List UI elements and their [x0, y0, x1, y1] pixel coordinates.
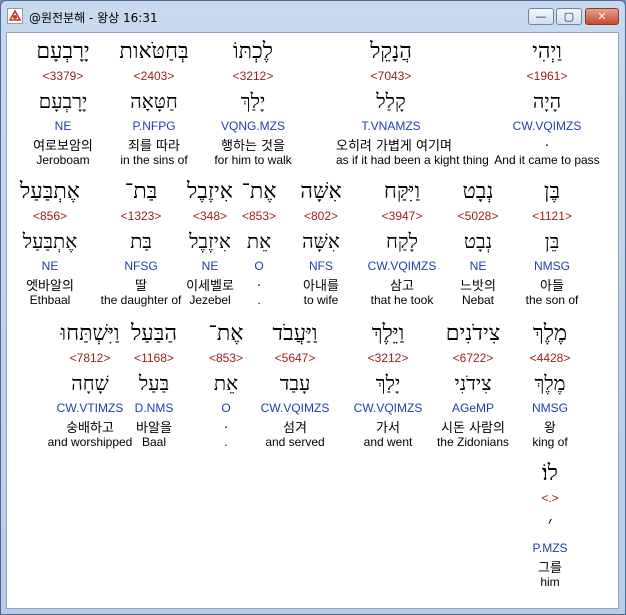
- korean-gloss: 그를: [538, 561, 562, 576]
- strong-number[interactable]: <3379>: [8, 69, 118, 83]
- hebrew-word: הֲנָקֵל: [370, 39, 412, 64]
- lemma-word: הָיָה: [532, 89, 562, 113]
- hebrew-word: לוֹ׃: [542, 461, 558, 486]
- lemma-word: ׳: [547, 511, 553, 535]
- maximize-button[interactable]: ▢: [556, 8, 582, 25]
- morphology-code: NE: [41, 259, 59, 273]
- strong-number[interactable]: <856>: [7, 209, 105, 223]
- english-gloss: as if it had been a kight thing: [336, 153, 489, 167]
- window-title: @원전분해 - 왕상 16:31: [29, 11, 158, 25]
- strong-number[interactable]: <7043>: [336, 69, 446, 83]
- morphology-code: NE: [54, 119, 72, 133]
- app-window: @원전분해 - 왕상 16:31 — ▢ ✕ וַיְהִי <1961> הָיָ…: [0, 0, 626, 615]
- word-cell[interactable]: יָרָבְעָם <3379> יָרָבְעָם NE 여로보암의 Jeroboam: [8, 39, 118, 171]
- maximize-icon: ▢: [563, 10, 575, 23]
- korean-gloss: .: [544, 135, 550, 150]
- hebrew-word: יָרָבְעָם: [36, 39, 90, 64]
- title-bar[interactable]: @원전분해 - 왕상 16:31 — ▢ ✕: [1, 1, 625, 31]
- lemma-word: קָלַל: [376, 89, 406, 113]
- hebrew-word: וַיְהִי: [532, 39, 562, 64]
- word-cell[interactable]: לֶכְתּוֹ <3212> יָלַךְ VQNG.MZS 행하는 것을 for hi…: [198, 39, 308, 171]
- close-icon: ✕: [597, 10, 607, 23]
- word-cell[interactable]: אֶתְבַּעַל <856> אֶתְבַּעַל NE 엣바알의 Ethbaal: [7, 179, 105, 311]
- english-gloss: Jeroboam: [36, 153, 90, 167]
- lemma-word: שָׁחָה: [71, 371, 109, 395]
- word-cell[interactable]: וַיְהִי <1961> הָיָה CW.VQIMZS. And it came …: [492, 39, 602, 171]
- hebrew-word: לֶכְתּוֹ: [232, 39, 274, 64]
- english-gloss: him: [540, 575, 560, 589]
- strong-number[interactable]: <1961>: [492, 69, 602, 83]
- word-cell[interactable]: לוֹ׃ <.> ׳ P.MZS 그를 him: [495, 461, 605, 593]
- morphology-code: CW.VQIMZS: [512, 119, 582, 133]
- lemma-word: יָרָבְעָם: [38, 89, 88, 113]
- minimize-button[interactable]: —: [528, 8, 554, 25]
- korean-gloss: 숭배하고: [66, 421, 114, 436]
- hebrew-word: אֶתְבַּעַל: [20, 179, 80, 204]
- app-logo-icon: [7, 8, 23, 24]
- english-gloss: And it came to pass: [494, 153, 600, 167]
- morphology-code: T.VNAMZS: [361, 119, 421, 133]
- morphology-code: CW.VTIMZS: [56, 401, 124, 415]
- word-cell[interactable]: וַיִּשְׁתַּחוּ <7812> שָׁחָה CW.VTIMZS 숭배하고 a…: [35, 321, 145, 453]
- korean-gloss: 오히려 가볍게 여기며: [336, 139, 452, 154]
- hebrew-word: וַיִּשְׁתַּחוּ: [60, 321, 120, 346]
- english-gloss: and worshipped: [47, 435, 133, 449]
- korean-gloss: 여로보암의: [33, 139, 93, 154]
- morphology-code: P.MZS: [532, 541, 568, 555]
- morphology-code: VQNG.MZS: [220, 119, 285, 133]
- interlinear-panel[interactable]: וַיְהִי <1961> הָיָה CW.VQIMZS. And it came …: [6, 32, 619, 609]
- korean-gloss: 행하는 것을: [221, 139, 285, 154]
- close-button[interactable]: ✕: [585, 8, 619, 25]
- english-gloss: Ethbaal: [29, 293, 71, 307]
- korean-gloss: 엣바알의: [26, 279, 74, 294]
- strong-number[interactable]: <3212>: [198, 69, 308, 83]
- english-gloss: for him to walk: [214, 153, 292, 167]
- lemma-word: אֶתְבַּעַל: [22, 229, 78, 253]
- strong-number[interactable]: <7812>: [35, 351, 145, 365]
- minimize-icon: —: [535, 10, 547, 23]
- word-cell[interactable]: הֲנָקֵל <7043> קָלַל T.VNAMZS 오히려 가볍게 여기며 as …: [336, 39, 489, 171]
- lemma-word: יָלַךְ: [240, 89, 266, 113]
- strong-number[interactable]: <.>: [495, 491, 605, 505]
